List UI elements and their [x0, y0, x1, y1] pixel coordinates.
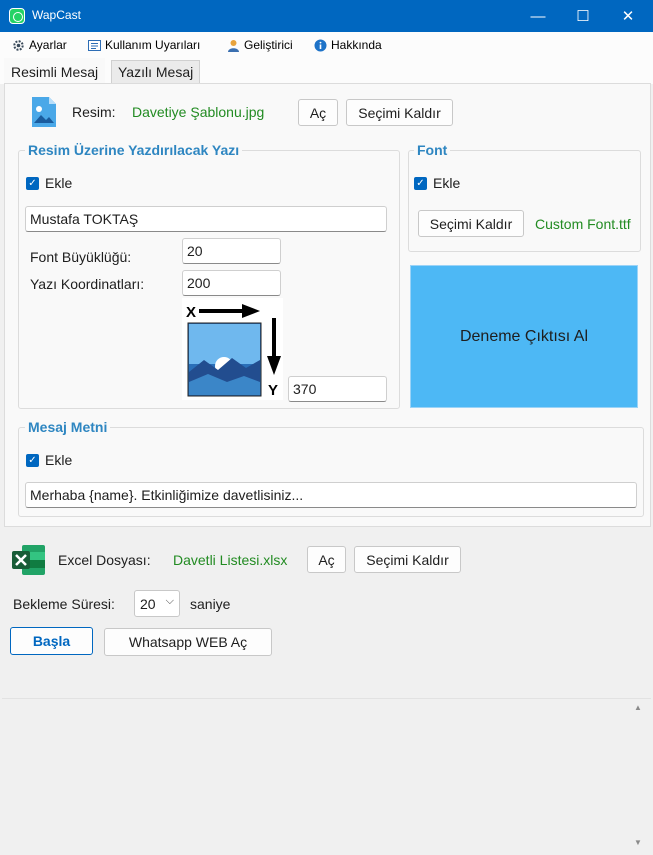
message-group-title: Mesaj Metni — [25, 419, 111, 435]
coordinates-label: Yazı Koordinatları: — [30, 276, 145, 292]
maximize-button[interactable]: ☐ — [560, 0, 606, 32]
wait-time-value: 20 — [140, 595, 156, 612]
image-file-icon — [30, 96, 58, 128]
menu-label: Hakkında — [331, 38, 382, 52]
text-add-label: Ekle — [45, 175, 73, 191]
landscape-image-icon — [187, 322, 262, 397]
image-clear-button[interactable]: Seçimi Kaldır — [346, 99, 453, 126]
info-icon — [314, 39, 327, 52]
window-title: WapCast — [32, 8, 81, 22]
whatsapp-web-open-button[interactable]: Whatsapp WEB Aç — [104, 628, 272, 656]
scroll-up-icon[interactable]: ▲ — [634, 703, 642, 712]
wait-time-unit: saniye — [190, 596, 231, 612]
image-label: Resim: — [72, 104, 116, 120]
list-icon — [88, 39, 101, 52]
gear-icon — [12, 39, 25, 52]
close-button[interactable]: ✕ — [605, 0, 651, 32]
excel-file-name: Davetli Listesi.xlsx — [173, 552, 288, 568]
start-button[interactable]: Başla — [10, 627, 93, 655]
log-area[interactable] — [2, 698, 651, 853]
excel-icon — [12, 544, 46, 576]
wait-time-label: Bekleme Süresi: — [13, 596, 115, 612]
tab-resimli-mesaj[interactable]: Resimli Mesaj — [4, 58, 106, 84]
scroll-down-icon[interactable]: ▼ — [634, 838, 642, 847]
overlay-text-input[interactable]: Mustafa TOKTAŞ — [25, 206, 387, 232]
y-axis-label: Y — [268, 382, 278, 399]
menu-kullanim-uyarilari[interactable]: Kullanım Uyarıları — [88, 36, 200, 54]
message-add-label: Ekle — [45, 452, 73, 468]
image-file-name: Davetiye Şablonu.jpg — [132, 104, 265, 120]
message-add-checkbox[interactable]: ✓ — [26, 454, 39, 467]
image-open-button[interactable]: Aç — [298, 99, 338, 126]
title-bar: WapCast — ☐ ✕ — [0, 0, 653, 32]
excel-open-button[interactable]: Aç — [307, 546, 346, 573]
text-group-title: Resim Üzerine Yazdırılacak Yazı — [25, 142, 243, 158]
menu-bar: Ayarlar Kullanım Uyarıları Geliştirici H… — [0, 32, 653, 56]
message-text-input[interactable]: Merhaba {name}. Etkinliğimize davetlisin… — [25, 482, 637, 508]
menu-label: Ayarlar — [29, 38, 67, 52]
x-axis-label: X — [186, 304, 196, 321]
menu-hakkinda[interactable]: Hakkında — [314, 36, 382, 54]
font-add-label: Ekle — [433, 175, 461, 191]
menu-label: Kullanım Uyarıları — [105, 38, 201, 52]
y-coordinate-input[interactable]: 370 — [288, 376, 387, 402]
whatsapp-icon — [9, 8, 25, 24]
menu-gelistirici[interactable]: Geliştirici — [227, 36, 293, 54]
excel-clear-button[interactable]: Seçimi Kaldır — [354, 546, 461, 573]
text-add-checkbox[interactable]: ✓ — [26, 177, 39, 190]
font-group-title: Font — [414, 142, 451, 158]
font-file-name: Custom Font.ttf — [535, 216, 631, 232]
font-clear-button[interactable]: Seçimi Kaldır — [418, 210, 524, 237]
preview-output-button[interactable]: Deneme Çıktısı Al — [410, 265, 638, 408]
coordinate-diagram: X Y — [182, 298, 283, 400]
excel-label: Excel Dosyası: — [58, 552, 151, 568]
chevron-down-icon: ⌵ — [165, 595, 174, 607]
tab-yazili-mesaj[interactable]: Yazılı Mesaj — [111, 60, 201, 83]
menu-label: Geliştirici — [244, 38, 293, 52]
wait-time-select[interactable]: 20 ⌵ — [134, 590, 180, 617]
menu-ayarlar[interactable]: Ayarlar — [12, 36, 67, 54]
font-add-checkbox[interactable]: ✓ — [414, 177, 427, 190]
font-size-input[interactable]: 20 — [182, 238, 281, 264]
minimize-button[interactable]: — — [515, 0, 561, 32]
x-coordinate-input[interactable]: 200 — [182, 270, 281, 296]
font-size-label: Font Büyüklüğü: — [30, 249, 132, 265]
user-icon — [227, 39, 240, 52]
